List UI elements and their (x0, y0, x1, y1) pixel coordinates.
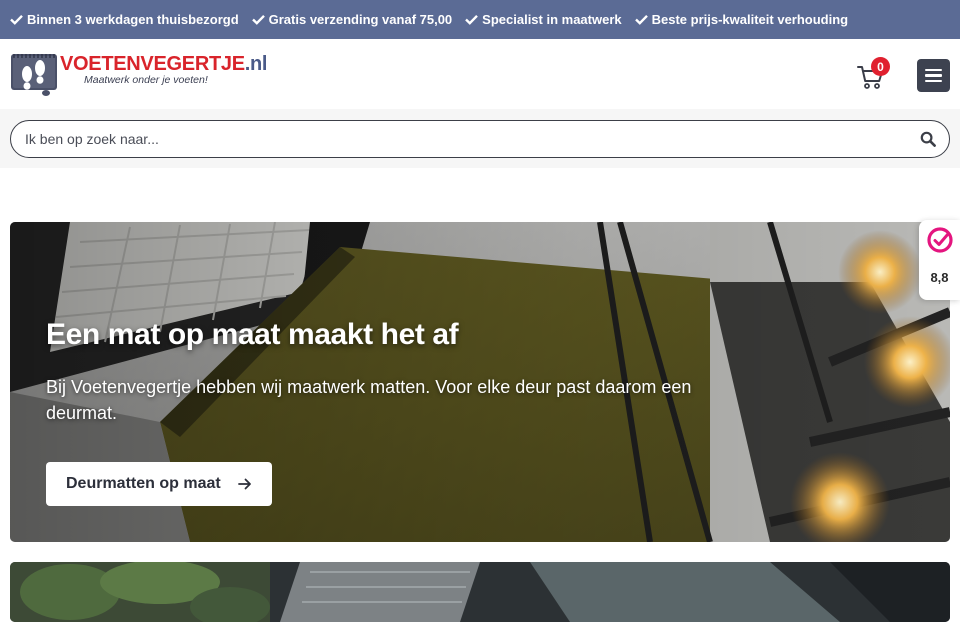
usp-item-price-quality: Beste prijs-kwaliteit verhouding (634, 12, 849, 27)
check-icon (634, 14, 648, 25)
usp-label: Beste prijs-kwaliteit verhouding (651, 12, 849, 27)
doormats-custom-button[interactable]: Deurmatten op maat (46, 462, 272, 506)
logo-name-main: VOETENVEGERTJE (60, 53, 245, 75)
usp-label: Gratis verzending vanaf 75,00 (268, 12, 453, 27)
hero-banner: Een mat op maat maakt het af Bij Voetenv… (10, 222, 950, 542)
site-header: VOETENVEGERTJE.nl Maatwerk onder je voet… (0, 39, 960, 109)
hamburger-menu-icon (925, 68, 942, 72)
logo-name-domain: .nl (244, 53, 268, 75)
arrow-right-icon (238, 478, 251, 490)
usp-item-delivery: Binnen 3 werkdagen thuisbezorgd (10, 12, 239, 27)
usp-label: Binnen 3 werkdagen thuisbezorgd (27, 12, 239, 27)
second-banner-photo (10, 562, 950, 622)
usp-item-shipping: Gratis verzending vanaf 75,00 (251, 12, 453, 27)
rating-score: 8,8 (930, 270, 949, 285)
search-icon[interactable] (920, 131, 936, 147)
hero-description: Bij Voetenvegertje hebben wij maatwerk m… (46, 377, 692, 423)
hamburger-line (925, 74, 942, 77)
usp-item-specialist: Specialist in maatwerk (465, 12, 622, 27)
search-section (0, 109, 960, 168)
hamburger-line (925, 79, 942, 83)
logo-tagline: Maatwerk onder je voeten! (84, 74, 208, 86)
usp-label: Specialist in maatwerk (482, 12, 622, 27)
kiyoh-logo-icon (927, 227, 953, 253)
site-logo[interactable]: VOETENVEGERTJE.nl Maatwerk onder je voet… (10, 52, 267, 98)
doormat-footprints-logo-icon (11, 54, 57, 96)
hero-cta-label: Deurmatten op maat (66, 475, 221, 492)
logo-wordmark: VOETENVEGERTJE.nl (60, 53, 267, 76)
search-input[interactable] (25, 129, 885, 149)
usp-bar: Binnen 3 werkdagen thuisbezorgd Gratis v… (0, 0, 960, 39)
second-banner (10, 562, 950, 622)
check-icon (251, 14, 265, 25)
search-bar[interactable] (10, 120, 950, 158)
review-rating-widget[interactable]: 8,8 (919, 220, 960, 300)
hamburger-menu-button[interactable] (917, 59, 950, 92)
cart-count-badge[interactable]: 0 (871, 57, 890, 76)
check-icon (465, 14, 479, 25)
hero-title: Een mat op maat maakt het af (46, 318, 459, 351)
check-icon (10, 14, 23, 25)
